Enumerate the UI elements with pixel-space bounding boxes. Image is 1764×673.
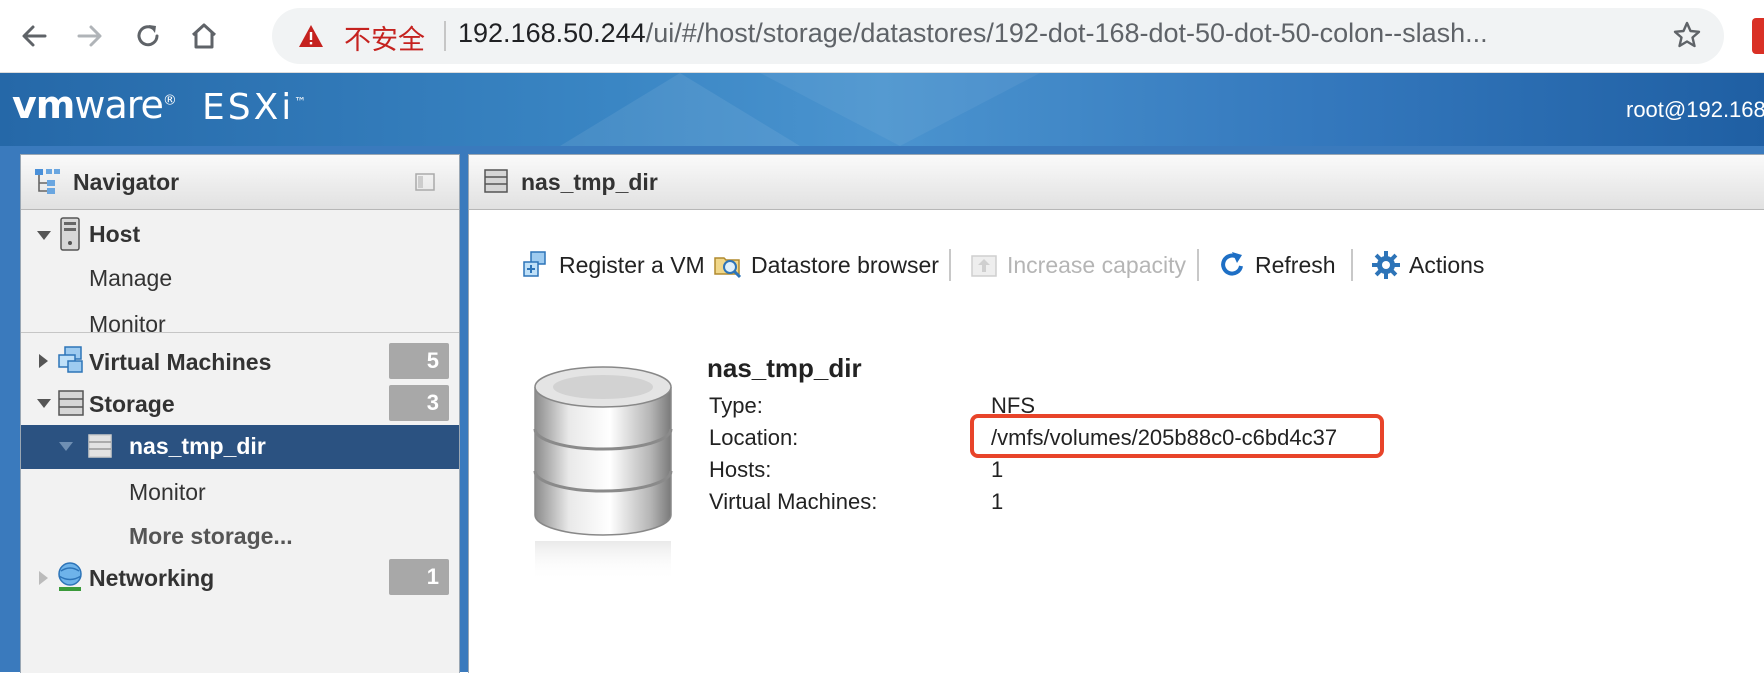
navigator-header: Navigator [21,155,459,210]
server-icon [60,217,80,251]
increase-capacity-label: Increase capacity [1007,251,1186,278]
expand-arrow-icon[interactable] [37,399,51,408]
count-badge: 1 [389,559,449,595]
nav-item-nas-tmp-dir[interactable]: nas_tmp_dir [21,425,459,469]
datastore-browser-button[interactable]: Datastore browser [713,245,939,285]
increase-capacity-icon [969,250,999,280]
app-header: vmware® ESXi™ root@192.168 [0,73,1764,146]
navigator-panel: Navigator Host Manage Monitor Virtual Ma… [20,154,460,673]
page-title: nas_tmp_dir [521,169,658,195]
reload-icon [137,25,159,47]
datastore-icon [484,169,508,193]
address-bar[interactable]: 不安全 192.168.50.244/ui/#/host/storage/dat… [272,8,1724,64]
toolbar: Register a VM Datastore browser Increase… [521,245,1721,285]
tree-icon [35,169,60,194]
nav-label-manage: Manage [89,265,173,291]
register-vm-icon [521,250,551,280]
star-icon[interactable] [1672,20,1702,50]
toolbar-separator [1351,249,1353,281]
count-badge: 3 [389,385,449,421]
nav-label-virtual-machines: Virtual Machines [89,349,272,375]
trademark-mark: ™ [294,95,310,109]
product-label: ESXi [202,87,295,128]
prop-label-hosts: Hosts: [709,457,772,482]
prop-label-type: Type: [709,393,763,418]
url-host: 192.168.50.244 [458,18,646,48]
nav-label-monitor: Monitor [89,311,166,337]
home-icon [191,23,217,49]
back-icon [22,25,47,47]
main-panel: nas_tmp_dir Register a VM Datastore brow… [468,154,1764,673]
vmware-logo: vmware® [12,83,177,127]
nav-item-datastore-monitor[interactable]: Monitor [21,471,459,515]
back-button[interactable] [14,16,54,56]
home-button[interactable] [184,16,224,56]
nav-divider [21,332,459,333]
nav-item-manage[interactable]: Manage [21,257,459,301]
reload-button[interactable] [128,16,168,56]
refresh-icon [1217,250,1247,280]
actions-button[interactable]: Actions [1371,245,1484,285]
header-decoration [760,73,1040,146]
actions-label: Actions [1409,251,1485,278]
omnibox-divider [444,21,446,51]
expand-arrow-icon[interactable] [37,231,51,240]
nav-label-storage: Storage [89,391,175,417]
collapse-icon[interactable] [415,173,435,191]
datastore-name: nas_tmp_dir [707,353,862,383]
expand-arrow-icon[interactable] [39,571,48,585]
datastore-icon [88,434,112,458]
navigator-title: Navigator [73,169,180,195]
nav-item-storage[interactable]: Storage 3 [21,383,459,427]
url-text[interactable]: 192.168.50.244/ui/#/host/storage/datasto… [458,18,1638,49]
forward-icon [77,25,102,47]
datastore-browser-icon [713,250,743,280]
location-highlight-box [970,414,1384,458]
register-vm-button[interactable]: Register a VM [521,245,705,285]
main-header: nas_tmp_dir [469,155,1764,210]
toolbar-separator [949,249,951,281]
toolbar-separator [1197,249,1199,281]
prop-value-hosts: 1 [991,457,1004,482]
nav-label-nas-tmp-dir: nas_tmp_dir [129,433,266,459]
prop-label-virtual-machines: Virtual Machines: [709,489,878,514]
user-menu[interactable]: root@192.168 [1626,97,1764,123]
browser-toolbar: 不安全 192.168.50.244/ui/#/host/storage/dat… [0,0,1764,73]
forward-button[interactable] [70,16,110,56]
nav-label-more-storage: More storage... [129,523,293,549]
nav-label-networking: Networking [89,565,215,591]
nav-label-host: Host [89,221,141,247]
expand-arrow-icon[interactable] [59,442,73,451]
storage-icon [58,390,84,416]
trademark-mark: ® [162,92,177,109]
refresh-button[interactable]: Refresh [1217,245,1336,285]
expand-arrow-icon[interactable] [39,354,48,368]
refresh-label: Refresh [1255,251,1336,278]
product-name: ESXi™ [202,87,309,128]
datastore-browser-label: Datastore browser [751,251,939,278]
nav-item-more-storage[interactable]: More storage... [21,515,459,559]
prop-label-location: Location: [709,425,799,450]
warning-icon [299,25,323,47]
count-badge: 5 [389,343,449,379]
nav-label-datastore-monitor: Monitor [129,479,206,505]
logo-ware: ware [74,83,164,127]
logo-vm: vm [12,83,75,127]
network-icon [58,562,82,591]
nav-item-networking[interactable]: Networking 1 [21,557,459,601]
increase-capacity-button[interactable]: Increase capacity [969,245,1186,285]
gear-icon [1371,250,1401,280]
database-image [533,366,673,581]
register-vm-label: Register a VM [559,251,705,278]
url-path: /ui/#/host/storage/datastores/192-dot-16… [645,18,1488,48]
nav-item-host[interactable]: Host [21,213,459,257]
vm-icon [58,346,83,373]
prop-value-virtual-machines: 1 [991,489,1004,514]
nav-item-virtual-machines[interactable]: Virtual Machines 5 [21,341,459,385]
extension-icon[interactable] [1752,18,1764,54]
security-label[interactable]: 不安全 [344,18,425,57]
